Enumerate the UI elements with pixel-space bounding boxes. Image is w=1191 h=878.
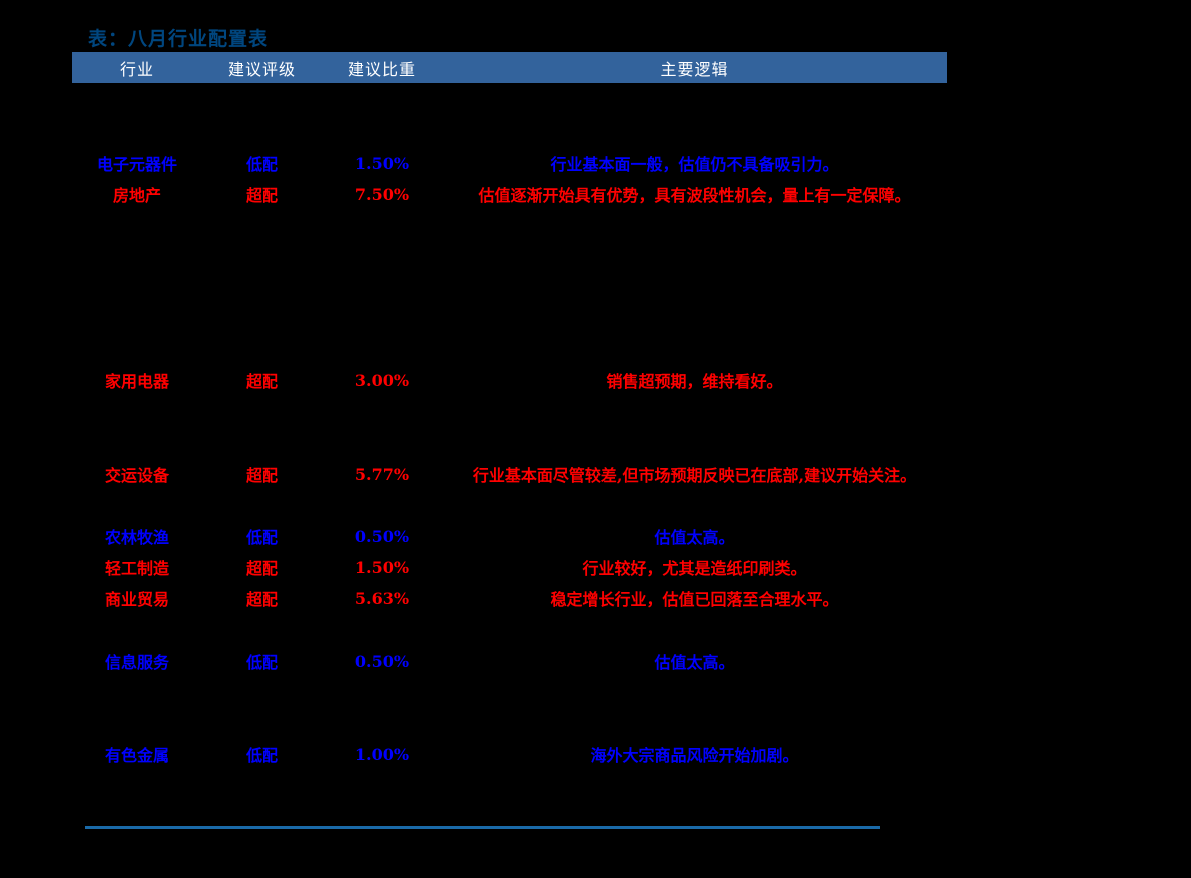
column-header-logic: 主要逻辑: [660, 59, 729, 79]
table-body: 电子元器件 低配 1.50% 行业基本面一般，估值仍不具备吸引力。 房地产 超配 7.50%…: [72, 83, 947, 823]
cell-weight: 1.00%: [354, 744, 410, 764]
cell-industry: 有色金属: [104, 746, 169, 765]
table-row: 轻工制造 超配 1.50% 行业较好，尤其是造纸印刷类。: [72, 555, 947, 579]
cell-weight: 3.00%: [354, 370, 410, 390]
cell-rating: 低配: [245, 653, 278, 672]
cell-weight: 0.50%: [354, 651, 410, 671]
cell-logic: 估值太高。: [654, 653, 735, 672]
table-row: 有色金属 低配 1.00% 海外大宗商品风险开始加剧。: [72, 742, 947, 766]
table-row: 信息服务 低配 0.50% 估值太高。: [72, 649, 947, 673]
table-header-row: 行业 建议评级 建议比重 主要逻辑: [72, 52, 947, 83]
column-header-weight: 建议比重: [347, 59, 416, 79]
cell-industry: 轻工制造: [104, 559, 169, 578]
cell-logic: 稳定增长行业，估值已回落至合理水平。: [550, 590, 839, 609]
table-row: 商业贸易 超配 5.63% 稳定增长行业，估值已回落至合理水平。: [72, 586, 947, 610]
cell-industry: 电子元器件: [96, 155, 177, 174]
cell-rating: 超配: [245, 590, 278, 609]
cell-logic: 海外大宗商品风险开始加剧。: [590, 746, 799, 765]
cell-weight: 0.50%: [354, 526, 410, 546]
column-header-industry: 行业: [119, 59, 154, 79]
cell-logic: 行业基本面一般，估值仍不具备吸引力。: [550, 155, 839, 174]
cell-weight: 7.50%: [354, 184, 410, 204]
cell-weight: 1.50%: [354, 153, 410, 173]
table-row: 房地产 超配 7.50% 估值逐渐开始具有优势，具有波段性机会，量上有一定保障。: [72, 182, 947, 206]
page-title: 表：八月行业配置表: [88, 28, 269, 50]
cell-industry: 房地产: [112, 186, 161, 205]
cell-industry: 商业贸易: [104, 590, 169, 609]
cell-weight: 5.77%: [354, 464, 410, 484]
cell-industry: 交运设备: [104, 466, 169, 485]
cell-rating: 超配: [245, 466, 278, 485]
cell-logic: 估值逐渐开始具有优势，具有波段性机会，量上有一定保障。: [478, 186, 911, 205]
cell-logic: 行业基本面尽管较差,但市场预期反映已在底部,建议开始关注。: [472, 466, 917, 485]
table-row: 电子元器件 低配 1.50% 行业基本面一般，估值仍不具备吸引力。: [72, 151, 947, 175]
cell-industry: 家用电器: [104, 372, 169, 391]
cell-logic: 销售超预期，维持看好。: [606, 372, 783, 391]
cell-industry: 农林牧渔: [104, 528, 169, 547]
bottom-divider: [85, 826, 880, 829]
cell-rating: 低配: [245, 528, 278, 547]
cell-weight: 5.63%: [354, 588, 410, 608]
table-row: 农林牧渔 低配 0.50% 估值太高。: [72, 524, 947, 548]
table-row: 交运设备 超配 5.77% 行业基本面尽管较差,但市场预期反映已在底部,建议开始关注。: [72, 462, 947, 486]
cell-rating: 低配: [245, 155, 278, 174]
cell-industry: 信息服务: [104, 653, 169, 672]
column-header-rating: 建议评级: [227, 59, 296, 79]
cell-logic: 行业较好，尤其是造纸印刷类。: [582, 559, 807, 578]
cell-rating: 超配: [245, 372, 278, 391]
cell-rating: 低配: [245, 746, 278, 765]
cell-logic: 估值太高。: [654, 528, 735, 547]
cell-rating: 超配: [245, 559, 278, 578]
table-row: 家用电器 超配 3.00% 销售超预期，维持看好。: [72, 368, 947, 392]
cell-rating: 超配: [245, 186, 278, 205]
cell-weight: 1.50%: [354, 557, 410, 577]
